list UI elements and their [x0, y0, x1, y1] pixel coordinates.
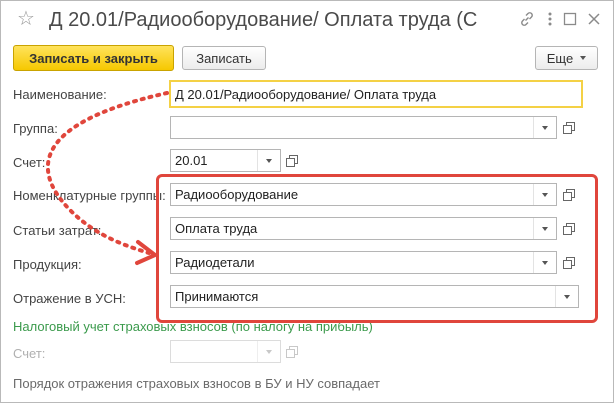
- products-value: Радиодетали: [175, 255, 255, 270]
- group-dropdown-button[interactable]: [533, 117, 556, 138]
- account-dropdown-button[interactable]: [257, 150, 280, 171]
- cost-items-input[interactable]: Оплата труда: [170, 217, 557, 240]
- usn-select[interactable]: Принимаются: [170, 285, 579, 308]
- chevron-down-icon: [564, 294, 570, 299]
- star-icon[interactable]: ☆: [17, 8, 35, 30]
- account-input[interactable]: 20.01: [170, 149, 281, 172]
- command-bar: Записать и закрыть Записать Еще: [1, 43, 613, 73]
- account-value: 20.01: [175, 153, 208, 168]
- name-input[interactable]: Д 20.01/Радиооборудование/ Оплата труда: [169, 80, 583, 108]
- cost-items-open-button[interactable]: [559, 218, 579, 239]
- open-form-icon: [286, 345, 298, 358]
- insurance-account-dropdown-button: [257, 341, 280, 362]
- group-label: Группа:: [13, 121, 58, 136]
- title-bar: ☆ Д 20.01/Радиооборудование/ Оплата труд…: [1, 1, 613, 39]
- open-form-icon: [563, 222, 575, 235]
- window-title: Д 20.01/Радиооборудование/ Оплата труда …: [49, 9, 479, 31]
- nomenclature-groups-dropdown-button[interactable]: [533, 184, 556, 205]
- link-icon[interactable]: [518, 10, 536, 28]
- cost-items-label: Статьи затрат:: [13, 223, 102, 238]
- usn-dropdown-button[interactable]: [555, 286, 578, 307]
- products-dropdown-button[interactable]: [533, 252, 556, 273]
- form-window: ☆ Д 20.01/Радиооборудование/ Оплата труд…: [0, 0, 614, 403]
- products-input[interactable]: Радиодетали: [170, 251, 557, 274]
- chevron-down-icon: [542, 192, 548, 197]
- chevron-down-icon: [266, 349, 272, 354]
- more-vertical-icon[interactable]: [541, 10, 559, 28]
- account-label: Счет:: [13, 155, 46, 170]
- save-button[interactable]: Записать: [182, 46, 266, 70]
- cost-items-dropdown-button[interactable]: [533, 218, 556, 239]
- save-and-close-button[interactable]: Записать и закрыть: [13, 45, 174, 71]
- nomenclature-groups-label: Номенклатурные группы:: [13, 188, 166, 203]
- open-form-icon: [563, 188, 575, 201]
- nomenclature-groups-open-button[interactable]: [559, 184, 579, 205]
- close-icon[interactable]: [585, 10, 603, 28]
- name-label: Наименование:: [13, 87, 107, 102]
- more-button-label: Еще: [546, 50, 574, 66]
- usn-value: Принимаются: [175, 289, 259, 304]
- open-form-icon: [563, 121, 575, 134]
- name-value: Д 20.01/Радиооборудование/ Оплата труда: [175, 86, 437, 102]
- account-open-button[interactable]: [282, 150, 302, 171]
- chevron-down-icon: [580, 56, 587, 60]
- open-form-icon: [286, 154, 298, 167]
- products-open-button[interactable]: [559, 252, 579, 273]
- products-label: Продукция:: [13, 257, 82, 272]
- more-button[interactable]: Еще: [535, 46, 598, 70]
- group-open-button[interactable]: [559, 117, 579, 138]
- insurance-section-title: Налоговый учет страховых взносов (по нал…: [13, 319, 373, 334]
- chevron-down-icon: [266, 158, 272, 163]
- group-input[interactable]: [170, 116, 557, 139]
- nomenclature-groups-value: Радиооборудование: [175, 187, 299, 202]
- cost-items-value: Оплата труда: [175, 221, 258, 236]
- insurance-account-open-button: [282, 341, 302, 362]
- chevron-down-icon: [542, 226, 548, 231]
- insurance-account-input: [170, 340, 281, 363]
- maximize-icon[interactable]: [561, 10, 579, 28]
- chevron-down-icon: [542, 125, 548, 130]
- insurance-note: Порядок отражения страховых взносов в БУ…: [13, 376, 380, 391]
- chevron-down-icon: [542, 260, 548, 265]
- usn-label: Отражение в УСН:: [13, 291, 126, 306]
- nomenclature-groups-input[interactable]: Радиооборудование: [170, 183, 557, 206]
- insurance-account-label: Счет:: [13, 346, 46, 361]
- open-form-icon: [563, 256, 575, 269]
